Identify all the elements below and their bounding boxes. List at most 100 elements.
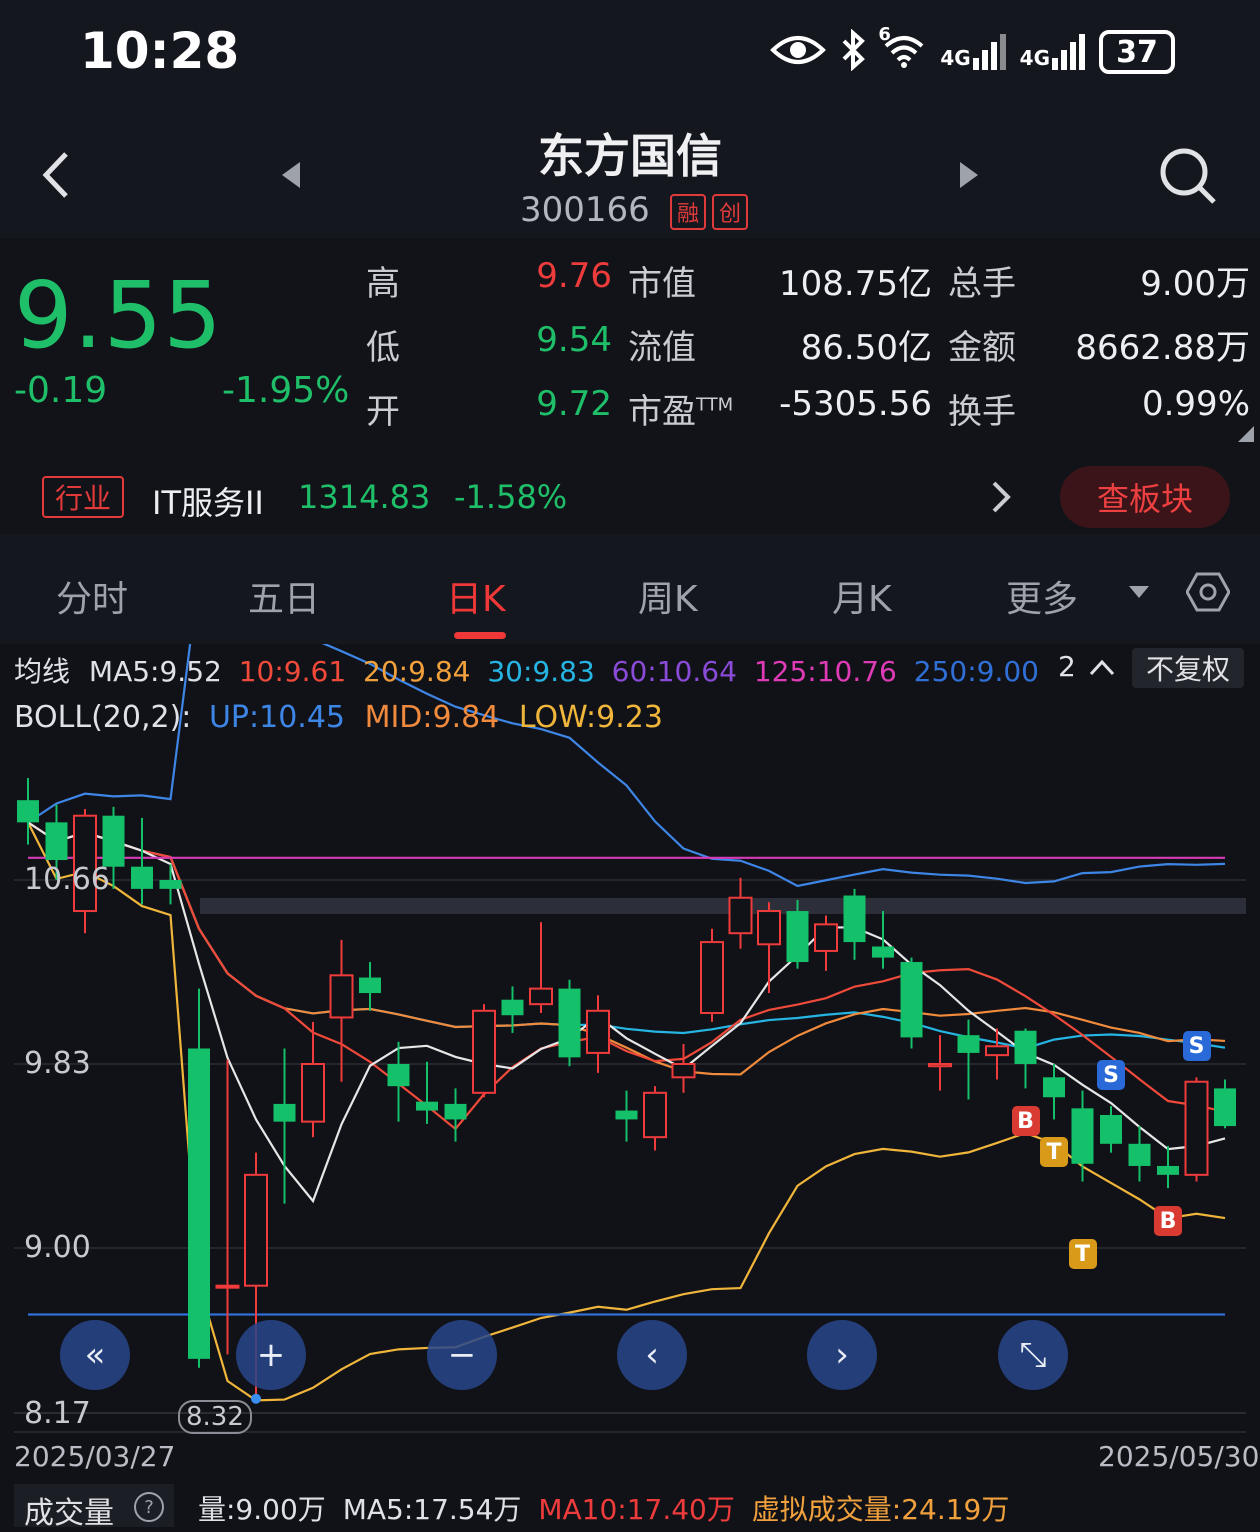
ma-legend: 均线 MA5:9.52 10:9.61 20:9.84 30:9.83 60:1… <box>14 650 1039 690</box>
volume-title[interactable]: 成交量 <box>24 1488 114 1532</box>
candle-body-up <box>985 1045 1009 1057</box>
zoom-in-button[interactable]: + <box>236 1320 306 1390</box>
wifi-icon: 6 <box>878 24 926 72</box>
low-label: 低 <box>366 328 400 368</box>
view-sector-button[interactable]: 查板块 <box>1060 466 1230 528</box>
candle-body-up <box>757 910 781 946</box>
y-tick-label: 8.17 <box>24 1396 91 1431</box>
candle-body-up <box>814 923 838 952</box>
ma20-line <box>27 821 1226 1076</box>
candle-body-down <box>387 1064 410 1087</box>
eye-icon <box>770 32 827 72</box>
caret-down-icon[interactable] <box>1128 584 1150 604</box>
tab-daily-k[interactable]: 日K <box>446 570 506 622</box>
candle-body-up <box>928 1063 952 1068</box>
tab-monthly-k[interactable]: 月K <box>832 570 892 622</box>
candle-body-down <box>1014 1030 1037 1064</box>
candle-body-down <box>188 1048 210 1359</box>
candle-body-up <box>671 1063 696 1079</box>
expand-quote-icon[interactable] <box>1238 426 1254 446</box>
trade-signal-badge[interactable]: S <box>1097 1060 1125 1091</box>
search-button[interactable] <box>1158 146 1218 210</box>
ma60-value: 60:10.64 <box>611 655 737 688</box>
kline-chart[interactable] <box>0 644 1260 1444</box>
low-value: 9.54 <box>536 320 612 360</box>
candle-body-up <box>301 1063 325 1123</box>
candle-body-up <box>1184 1080 1209 1176</box>
low-point-dot <box>251 1393 261 1404</box>
chevron-right-icon[interactable] <box>990 480 1012 518</box>
fullscreen-button[interactable]: ⤡ <box>998 1320 1068 1390</box>
boll-up-value: UP:10.45 <box>208 700 346 735</box>
search-icon <box>1160 148 1216 204</box>
volume-ma10: MA10:17.40万 <box>538 1493 735 1526</box>
x-start-date: 2025/03/27 <box>14 1440 176 1473</box>
candle-body-down <box>957 1035 980 1053</box>
candle-body-up <box>529 987 553 1006</box>
signal-icon: 4G <box>940 34 1006 70</box>
high-value: 9.76 <box>536 256 612 296</box>
zoom-in-icon: + <box>256 1335 286 1375</box>
tab-five-day[interactable]: 五日 <box>248 570 320 622</box>
price-change: -0.19 <box>14 370 108 411</box>
candle-body-down <box>872 946 894 958</box>
candle-body-up <box>728 896 753 935</box>
candle-body-down <box>131 866 153 889</box>
signal-icon: 4G <box>1020 34 1085 70</box>
tab-intraday[interactable]: 分时 <box>56 570 128 622</box>
turnover-label: 换手 <box>948 392 1016 432</box>
candle-body-down <box>45 822 68 861</box>
ma-expand-toggle[interactable]: 2 <box>1058 650 1115 683</box>
clock: 10:28 <box>80 22 240 80</box>
candle-body-down <box>900 962 923 1038</box>
boll-legend: BOLL(20,2): UP:10.45 MID:9.84 LOW:9.23 <box>14 700 663 735</box>
next-button[interactable]: › <box>807 1320 877 1390</box>
candle-body-up <box>472 1009 496 1094</box>
candle-body-down <box>159 880 182 889</box>
triangle-right-icon <box>960 162 978 188</box>
turnover-value: 0.99% <box>1141 384 1250 424</box>
candle-body-down <box>1100 1114 1122 1144</box>
trade-signal-badge[interactable]: B <box>1011 1106 1040 1137</box>
candle-body-down <box>558 988 581 1058</box>
help-icon[interactable]: ? <box>134 1492 164 1522</box>
virtual-volume: 虚拟成交量:24.19万 <box>751 1493 1010 1526</box>
open-label: 开 <box>366 392 400 432</box>
tab-more[interactable]: 更多 <box>1006 570 1078 622</box>
volume-ma5: MA5:17.54万 <box>342 1493 522 1526</box>
candle-body-down <box>416 1101 438 1111</box>
industry-index-value: 1314.83 <box>298 478 431 516</box>
prev-button[interactable]: ‹ <box>617 1320 687 1390</box>
industry-tag: 行业 <box>42 476 124 518</box>
price-adjust-button[interactable]: 不复权 <box>1132 648 1244 688</box>
trade-signal-badge[interactable]: T <box>1040 1137 1068 1168</box>
ma20-value: 20:9.84 <box>363 655 471 688</box>
pe-value: -5305.56 <box>779 384 932 424</box>
next-stock-button[interactable] <box>956 160 980 194</box>
stock-code: 300166 <box>520 190 650 230</box>
pe-label: 市盈TTM <box>628 392 734 432</box>
y-tick-label: 10.66 <box>24 862 110 897</box>
trade-signal-badge[interactable]: B <box>1154 1206 1182 1237</box>
trade-signal-badge[interactable]: T <box>1068 1239 1097 1270</box>
candle-body-down <box>843 895 866 943</box>
mcap-value: 108.75亿 <box>779 264 932 304</box>
status-icons: 6 4G 4G 37 <box>770 24 1175 76</box>
price-band <box>200 898 1246 914</box>
high-label: 高 <box>366 264 400 304</box>
boll-mid-value: MID:9.84 <box>364 700 500 735</box>
industry-name[interactable]: IT服务II <box>152 478 264 524</box>
float-value: 86.50亿 <box>800 328 932 368</box>
prev-icon: ‹ <box>645 1335 659 1375</box>
trade-signal-badge[interactable]: S <box>1182 1031 1211 1062</box>
rewind-button[interactable]: « <box>60 1320 130 1390</box>
mcap-label: 市值 <box>628 264 696 304</box>
next-icon: › <box>835 1335 849 1375</box>
candle-body-down <box>1128 1143 1151 1166</box>
x-end-date: 2025/05/30 <box>1098 1440 1260 1473</box>
boll-title: BOLL(20,2): <box>14 700 192 735</box>
zoom-out-button[interactable]: − <box>427 1320 497 1390</box>
settings-icon[interactable] <box>1185 572 1231 616</box>
tab-weekly-k[interactable]: 周K <box>638 570 698 622</box>
amount-value: 8662.88万 <box>1075 328 1250 368</box>
